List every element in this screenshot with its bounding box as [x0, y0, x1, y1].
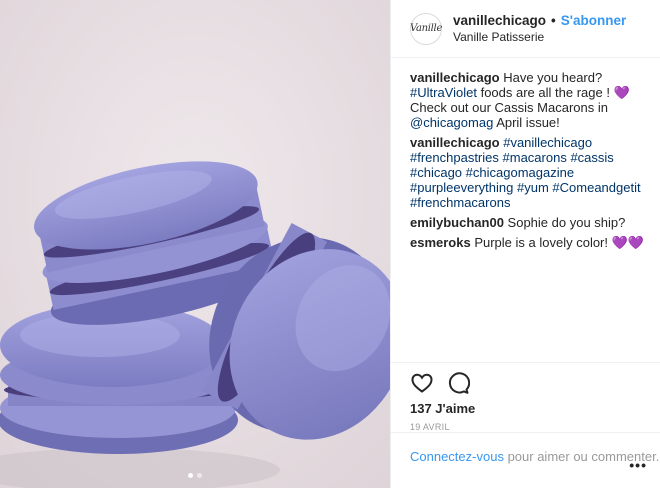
macarons-image	[0, 0, 390, 488]
hashtag-link[interactable]: #chicagomagazine	[466, 165, 574, 180]
hashtag-link[interactable]: #chicago	[410, 165, 462, 180]
header-text: vanillechicago • S'abonner Vanille Patis…	[453, 12, 626, 46]
comment-text: Have you heard?	[499, 70, 603, 85]
carousel-dot-active[interactable]	[188, 473, 193, 478]
comment-login-footer: Connectez-vous pour aimer ou commenter. …	[391, 432, 660, 488]
macaron-bottom-left	[0, 303, 238, 454]
actions-area: 137 J'aime 19 AVRIL	[391, 362, 660, 432]
comment-text: foods are all the rage !	[476, 85, 614, 100]
hashtag-link[interactable]: #frenchmacarons	[410, 195, 510, 210]
hashtag-link[interactable]: #Comeandgetit	[552, 180, 640, 195]
mention-link[interactable]: @chicagomag	[410, 115, 493, 130]
comment-username[interactable]: vanillechicago	[410, 70, 500, 85]
hashtag-link[interactable]: #purpleeverything	[410, 180, 513, 195]
comment-text: Check out our Cassis Macarons in	[410, 100, 608, 115]
avatar[interactable]: Vanille	[409, 12, 443, 45]
comment-text: Sophie do you ship?	[503, 215, 626, 230]
hashtag-link[interactable]: #UltraViolet	[410, 85, 477, 100]
hashtag-link[interactable]: #yum	[517, 180, 549, 195]
avatar-logo-text: Vanille	[409, 23, 443, 34]
header-separator: •	[551, 12, 556, 28]
likes-count[interactable]: 137 J'aime	[391, 397, 660, 416]
instagram-post: Vanille vanillechicago • S'abonner Vanil…	[0, 0, 660, 488]
header-username[interactable]: vanillechicago	[453, 12, 546, 29]
location-link[interactable]: Vanille Patisserie	[453, 29, 626, 46]
hashtag-link[interactable]: #macarons	[503, 150, 567, 165]
carousel-dots	[0, 473, 390, 478]
comment-item: vanillechicago #vanillechicago #frenchpa…	[410, 135, 644, 210]
post-sidebar: Vanille vanillechicago • S'abonner Vanil…	[390, 0, 660, 488]
post-date[interactable]: 19 AVRIL	[391, 416, 660, 432]
carousel-dot[interactable]	[197, 473, 202, 478]
comment-item: emilybuchan00 Sophie do you ship?	[410, 215, 644, 230]
follow-button[interactable]: S'abonner	[561, 12, 626, 29]
hashtag-link[interactable]: #cassis	[570, 150, 613, 165]
purple-heart-icon: 💜💜	[611, 235, 644, 250]
purple-heart-icon: 💜	[613, 85, 630, 100]
comment-username[interactable]: vanillechicago	[410, 135, 500, 150]
more-options-icon[interactable]: •••	[629, 457, 647, 473]
comment-username[interactable]: esmeroks	[410, 235, 471, 250]
comment-text: April issue!	[493, 115, 560, 130]
comment-text: Purple is a lovely color!	[470, 235, 612, 250]
comment-username[interactable]: emilybuchan00	[410, 215, 504, 230]
post-header: Vanille vanillechicago • S'abonner Vanil…	[391, 0, 660, 58]
hashtag-link[interactable]: #vanillechicago	[503, 135, 592, 150]
comment-item: vanillechicago Have you heard? #UltraVio…	[410, 70, 644, 130]
comments-list: vanillechicago Have you heard? #UltraVio…	[391, 58, 660, 250]
heart-outline-icon[interactable]	[410, 371, 434, 395]
comment-bubble-icon[interactable]	[446, 371, 470, 395]
hashtag-link[interactable]: #frenchpastries	[410, 150, 499, 165]
comment-item: esmeroks Purple is a lovely color! 💜💜	[410, 235, 644, 250]
post-photo[interactable]	[0, 0, 390, 488]
action-icons	[391, 363, 660, 397]
login-link[interactable]: Connectez-vous	[410, 449, 504, 464]
header-line: vanillechicago • S'abonner	[453, 12, 626, 29]
